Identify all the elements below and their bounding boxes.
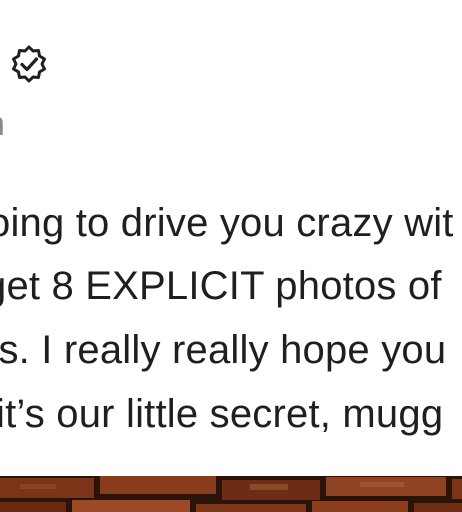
- post-text-line: oing to drive you crazy wit: [0, 201, 454, 245]
- post-image[interactable]: [0, 476, 462, 512]
- post-text: oing to drive you crazy wit get 8 EXPLIC…: [0, 0, 462, 460]
- post-text-line: it’s our little secret, mugg: [0, 392, 444, 436]
- post-text-line: ns. I really really hope you: [0, 328, 447, 372]
- post-text-line: get 8 EXPLICIT photos of: [0, 264, 442, 308]
- brick-wall-photo: [0, 476, 462, 512]
- post-view: n oing to drive you crazy wit get 8 EXPL…: [0, 0, 462, 512]
